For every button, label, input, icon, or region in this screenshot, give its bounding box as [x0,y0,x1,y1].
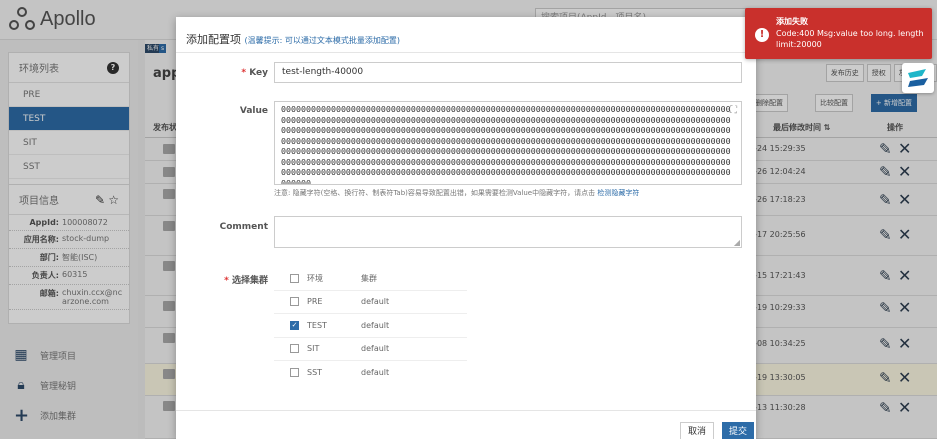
cluster-checkbox-pre[interactable] [290,297,299,307]
toast-message: Code:400 Msg:value too long. length limi… [776,29,924,49]
cancel-button[interactable]: 取消 [680,422,715,439]
submit-button[interactable]: 提交 [722,422,755,439]
key-label: * Key [241,68,268,78]
widget-logo-icon [908,69,928,87]
cluster-row-sst: SST default [274,361,467,385]
cluster-table-header: 环境 集群 [274,267,467,291]
comment-label: Comment [219,222,268,232]
modal-tip: (温馨提示: 可以通过文本模式批量添加配置) [244,36,400,45]
cluster-row-sit: SIT default [274,338,467,361]
cluster-label: * 选择集群 [224,276,268,286]
cluster-row-pre: PRE default [274,291,467,314]
detect-hidden-chars-link[interactable]: 检测隐藏字符 [597,189,639,197]
value-textarea[interactable]: 0000000000000000000000000000000000000000… [274,101,742,185]
value-label: Value [239,106,268,116]
cluster-checkbox-test[interactable]: ✓ [290,320,299,330]
fullscreen-icon[interactable]: ⛶ [730,105,737,116]
key-input[interactable]: test-length-40000 [274,62,742,83]
toast-title: 添加失败 [776,17,808,26]
error-toast: ! 添加失败 Code:400 Msg:value too long. leng… [745,8,932,59]
modal-title: 添加配置项 (温馨提示: 可以通过文本模式批量添加配置) [186,33,400,46]
select-all-checkbox[interactable] [290,273,299,283]
value-text: 0000000000000000000000000000000000000000… [281,104,731,185]
add-config-modal: 添加配置项 (温馨提示: 可以通过文本模式批量添加配置) * Key test-… [176,17,756,439]
value-note: 注意: 隐藏字符(空格、换行符、制表符Tab)容易导致配置出错，如果需要检测Va… [274,189,640,197]
cluster-table: 环境 集群 PRE default ✓ TEST default SIT def… [274,267,467,385]
comment-textarea[interactable]: ◢ [274,216,742,248]
cluster-row-test: ✓ TEST default [274,314,467,338]
cluster-checkbox-sit[interactable] [290,344,299,354]
cluster-checkbox-sst[interactable] [290,368,299,378]
error-icon: ! [755,28,769,42]
floating-widget[interactable] [902,63,934,93]
